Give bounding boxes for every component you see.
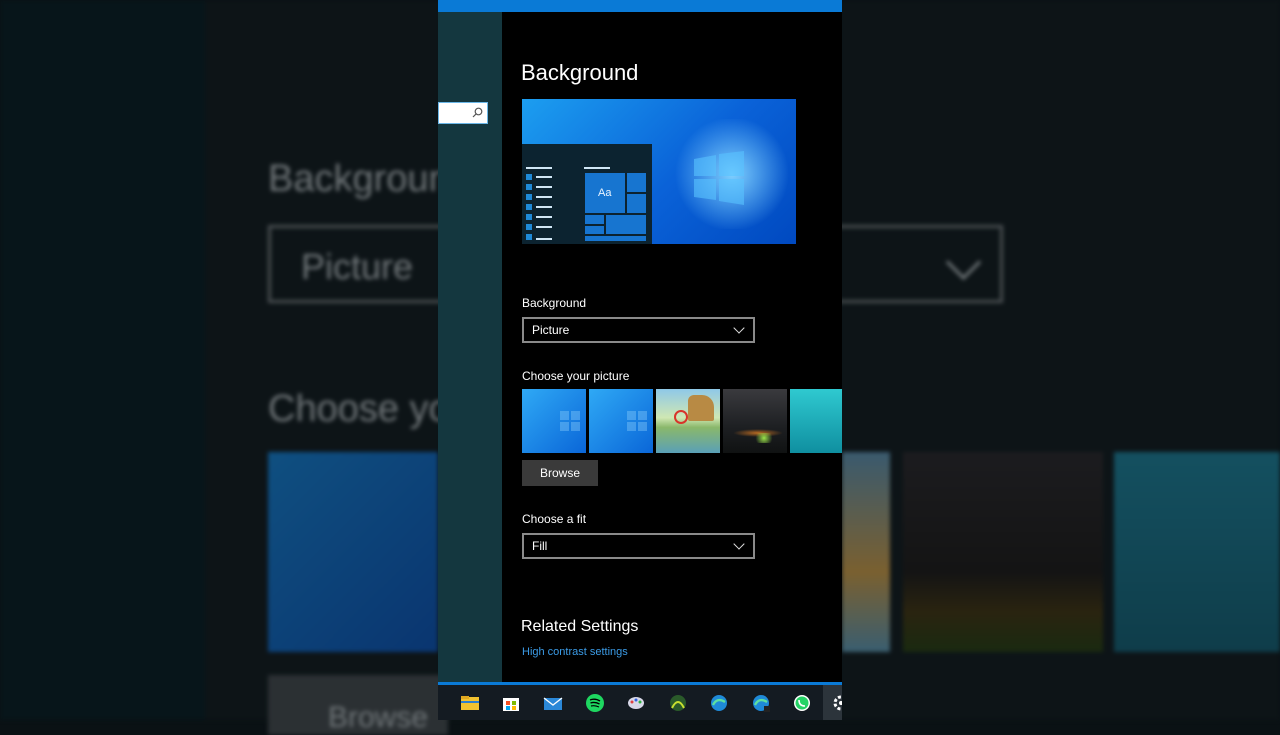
backdrop-title: Backgroun <box>268 158 450 200</box>
related-settings-title: Related Settings <box>521 618 639 635</box>
settings-window: Background Aa Background Picture Choose … <box>438 0 842 720</box>
fit-dropdown[interactable]: Fill <box>522 533 755 559</box>
file-explorer-icon[interactable] <box>460 693 480 713</box>
picture-thumbnail-night-sky[interactable] <box>723 389 787 453</box>
background-label: Background <box>522 296 587 310</box>
windows-logo-icon <box>560 411 580 431</box>
preview-sample-text: Aa <box>598 187 612 199</box>
search-icon <box>472 107 483 118</box>
chevron-down-icon <box>733 322 745 334</box>
backdrop-tile-blue <box>268 452 438 652</box>
fit-dropdown-value: Fill <box>532 539 548 553</box>
page-title: Background <box>521 60 639 85</box>
background-preview: Aa <box>522 99 796 244</box>
picture-thumbnail-beach[interactable] <box>656 389 720 453</box>
background-dropdown[interactable]: Picture <box>522 317 755 343</box>
edge-icon[interactable] <box>709 693 729 713</box>
backdrop-browse: Browse <box>268 675 448 735</box>
windows-logo-icon <box>694 151 744 205</box>
whatsapp-icon[interactable] <box>792 693 812 713</box>
backdrop-choose-text: Choose yo <box>268 388 450 430</box>
picture-thumbnail-underwater[interactable] <box>790 389 842 453</box>
windows-logo-icon <box>627 411 647 431</box>
choose-fit-label: Choose a fit <box>522 512 587 526</box>
chevron-down-icon <box>945 244 982 281</box>
click-indicator <box>674 410 688 424</box>
choose-picture-label: Choose your picture <box>522 369 630 383</box>
chevron-down-icon <box>733 538 745 550</box>
settings-icon[interactable] <box>831 693 842 713</box>
spotify-icon[interactable] <box>585 693 605 713</box>
picture-thumbnail-windows-2[interactable] <box>589 389 653 453</box>
background-dropdown-value: Picture <box>532 323 570 337</box>
backdrop-browse-label: Browse <box>328 701 429 734</box>
browse-button[interactable]: Browse <box>522 460 598 486</box>
backdrop-tile-beach <box>842 452 890 652</box>
store-icon[interactable] <box>501 693 521 713</box>
start-menu-preview <box>522 144 652 244</box>
mail-icon[interactable] <box>543 693 563 713</box>
backdrop-select-value: Picture <box>301 246 414 287</box>
high-contrast-link[interactable]: High contrast settings <box>522 646 628 658</box>
backdrop-tile-sea <box>1114 452 1280 652</box>
paint-icon[interactable] <box>626 693 646 713</box>
picture-thumbnail-windows-1[interactable] <box>522 389 586 453</box>
backdrop-tile-night <box>903 452 1103 652</box>
xbox-icon[interactable] <box>668 693 688 713</box>
title-bar <box>438 0 842 12</box>
edge-beta-icon[interactable] <box>751 693 771 713</box>
taskbar <box>438 682 842 720</box>
search-input[interactable] <box>438 102 488 124</box>
